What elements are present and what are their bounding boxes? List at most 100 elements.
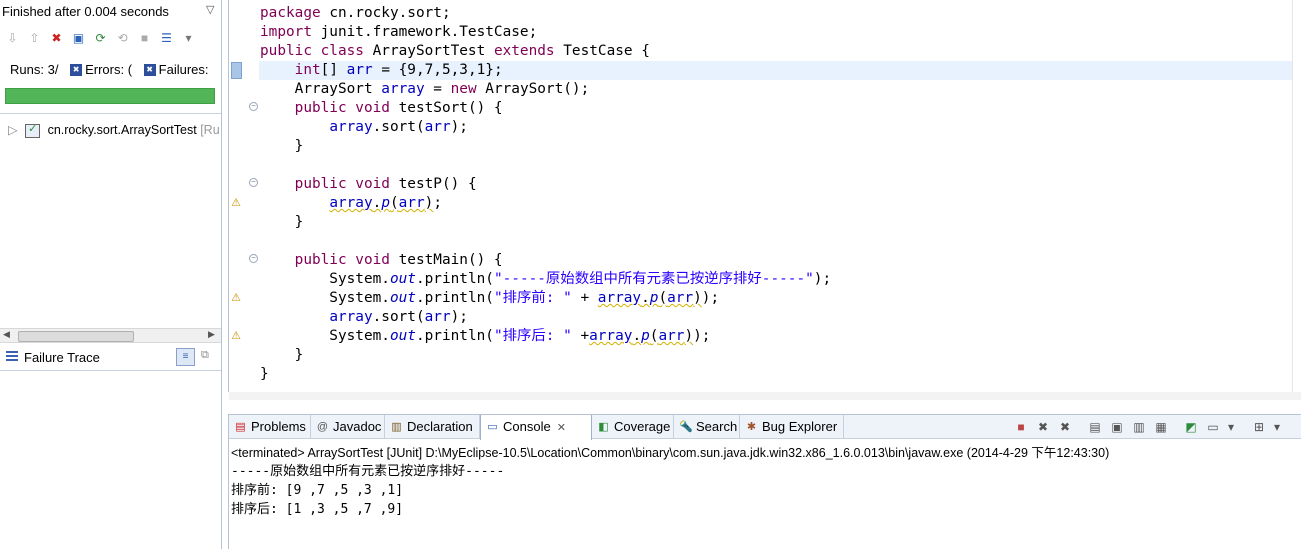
code-token: );	[701, 290, 720, 306]
code-token: array	[329, 195, 373, 211]
tab-label: Problems	[251, 419, 306, 434]
code-line[interactable]: array.sort(arr);	[260, 308, 831, 327]
code-token: out	[389, 328, 416, 344]
fold-collapse-icon[interactable]: −	[249, 178, 258, 187]
warning-icon[interactable]: ⚠	[230, 292, 242, 304]
code-line[interactable]: System.out.println("-----原始数组中所有元素已按逆序排好…	[260, 270, 831, 289]
tab-console[interactable]: ▭ Console ✕	[480, 415, 592, 440]
scrollbar-thumb[interactable]	[18, 331, 134, 342]
close-tab-icon[interactable]: ✕	[557, 422, 566, 434]
open-console-chevron-icon[interactable]: ▾	[1269, 419, 1285, 435]
horizontal-scrollbar[interactable]: ◀ ▶	[0, 328, 221, 343]
tree-expand-icon[interactable]: ▷	[8, 123, 18, 137]
runs-label: Runs:	[10, 62, 44, 77]
scroll-right-icon[interactable]: ▶	[208, 329, 215, 340]
test-run-history-icon[interactable]: ☰	[156, 28, 177, 48]
previous-failure-icon[interactable]: ⇧	[24, 28, 45, 48]
scroll-lock-icon[interactable]: ▣	[68, 28, 89, 48]
code-line[interactable]: import junit.framework.TestCase;	[260, 23, 831, 42]
code-token: "排序后: "	[493, 328, 572, 344]
code-token: public void	[294, 176, 390, 192]
console-terminated-label: <terminated> ArraySortTest [JUnit] D:\My…	[231, 446, 1110, 460]
code-line[interactable]: array.sort(arr);	[260, 118, 831, 137]
code-token: []	[320, 62, 347, 78]
code-token: .	[372, 195, 382, 211]
scroll-left-icon[interactable]: ◀	[3, 329, 10, 340]
errors-label: Errors:	[85, 62, 125, 77]
history-dropdown-chevron-icon[interactable]: ▾	[178, 28, 199, 48]
code-token: arr	[424, 309, 451, 325]
code-line[interactable]: System.out.println("排序前: " + array.p(arr…	[260, 289, 831, 308]
pin-console-icon[interactable]: ◩	[1183, 419, 1199, 435]
remove-launch-icon[interactable]: ✖	[1035, 419, 1051, 435]
filter-stack-trace-icon[interactable]: ≡	[176, 348, 195, 366]
console-icon: ▭	[487, 421, 498, 433]
at-icon: @	[316, 421, 329, 433]
code-line[interactable]: public void testMain() {	[260, 251, 831, 270]
code-token: public void	[294, 252, 390, 268]
overview-ruler[interactable]	[1292, 0, 1301, 392]
source-code[interactable]: package cn.rocky.sort; import junit.frame…	[260, 4, 831, 384]
tab-javadoc[interactable]: @ Javadoc	[311, 415, 385, 439]
next-failure-icon[interactable]: ⇩	[2, 28, 23, 48]
tab-coverage[interactable]: ◧ Coverage	[592, 415, 674, 439]
fold-collapse-icon[interactable]: −	[249, 254, 258, 263]
test-tree-item[interactable]: ▷ cn.rocky.sort.ArraySortTest [Ru	[8, 122, 220, 138]
code-token: }	[260, 366, 269, 382]
tab-search[interactable]: 🔦 Search	[674, 415, 740, 439]
code-line[interactable]: }	[260, 213, 831, 232]
test-suite-passed-icon	[25, 122, 41, 138]
rerun-test-icon[interactable]: ⟳	[90, 28, 111, 48]
code-token: .sort(	[372, 309, 425, 325]
remove-all-terminated-icon[interactable]: ✖	[1057, 419, 1073, 435]
console-dropdown-chevron-icon[interactable]: ▾	[1223, 419, 1239, 435]
code-line[interactable]: }	[260, 365, 831, 384]
clear-console-icon[interactable]: ▤	[1087, 419, 1103, 435]
editor-horizontal-scrollbar[interactable]	[229, 392, 1301, 400]
error-icon: ✖	[70, 63, 83, 76]
warning-icon[interactable]: ⚠	[230, 197, 242, 209]
java-editor[interactable]: − − − ⚠ ⚠ ⚠ package cn.rocky.sort; import…	[228, 0, 1301, 400]
display-selected-console-icon[interactable]: ▭	[1205, 419, 1221, 435]
stop-icon[interactable]: ■	[134, 28, 155, 48]
compare-results-icon[interactable]: ⧉	[201, 349, 209, 362]
open-console-icon[interactable]: ⊞	[1251, 419, 1267, 435]
code-token: );	[450, 119, 468, 135]
code-line[interactable]: System.out.println("排序后: " +array.p(arr)…	[260, 327, 831, 346]
code-line[interactable]: ArraySort array = new ArraySort();	[260, 80, 831, 99]
scroll-lock-icon[interactable]: ▣	[1109, 419, 1125, 435]
code-line[interactable]: int[] arr = {9,7,5,3,1};	[260, 61, 831, 80]
code-line[interactable]: }	[260, 346, 831, 365]
tab-bug-explorer[interactable]: ✱ Bug Explorer	[740, 415, 844, 439]
terminate-icon[interactable]: ■	[1013, 419, 1029, 435]
tab-declaration[interactable]: ▥ Declaration	[385, 415, 480, 439]
show-failures-only-icon[interactable]: ✖	[46, 28, 67, 48]
failure-trace-label: Failure Trace	[24, 350, 100, 365]
test-progress-bar	[5, 88, 215, 104]
code-line[interactable]: array.p(arr);	[260, 194, 831, 213]
code-line[interactable]: }	[260, 137, 831, 156]
code-line[interactable]	[260, 232, 831, 251]
code-line[interactable]	[260, 156, 831, 175]
code-token: )	[693, 290, 702, 306]
fold-collapse-icon[interactable]: −	[249, 102, 258, 111]
code-token: .println(	[415, 271, 494, 287]
code-line[interactable]: package cn.rocky.sort;	[260, 4, 831, 23]
rerun-failed-first-icon[interactable]: ⟲	[112, 28, 133, 48]
view-menu-chevron-icon[interactable]: ▽	[206, 3, 214, 16]
tab-problems[interactable]: ▤ Problems	[229, 415, 311, 439]
tab-label: Search	[696, 419, 738, 434]
code-line[interactable]: public void testP() {	[260, 175, 831, 194]
code-line[interactable]: public class ArraySortTest extends TestC…	[260, 42, 831, 61]
code-line[interactable]: public void testSort() {	[260, 99, 831, 118]
console-output[interactable]: -----原始数组中所有元素已按逆序排好----- 排序前: [9 ,7 ,5 ,…	[231, 462, 504, 519]
code-token: );	[450, 309, 468, 325]
code-token: +	[571, 328, 590, 344]
show-console-stdout-icon[interactable]: ▥	[1131, 419, 1147, 435]
code-token: extends	[493, 43, 555, 59]
show-console-stderr-icon[interactable]: ▦	[1153, 419, 1169, 435]
warning-icon[interactable]: ⚠	[230, 330, 242, 342]
search-icon: 🔦	[679, 421, 693, 433]
